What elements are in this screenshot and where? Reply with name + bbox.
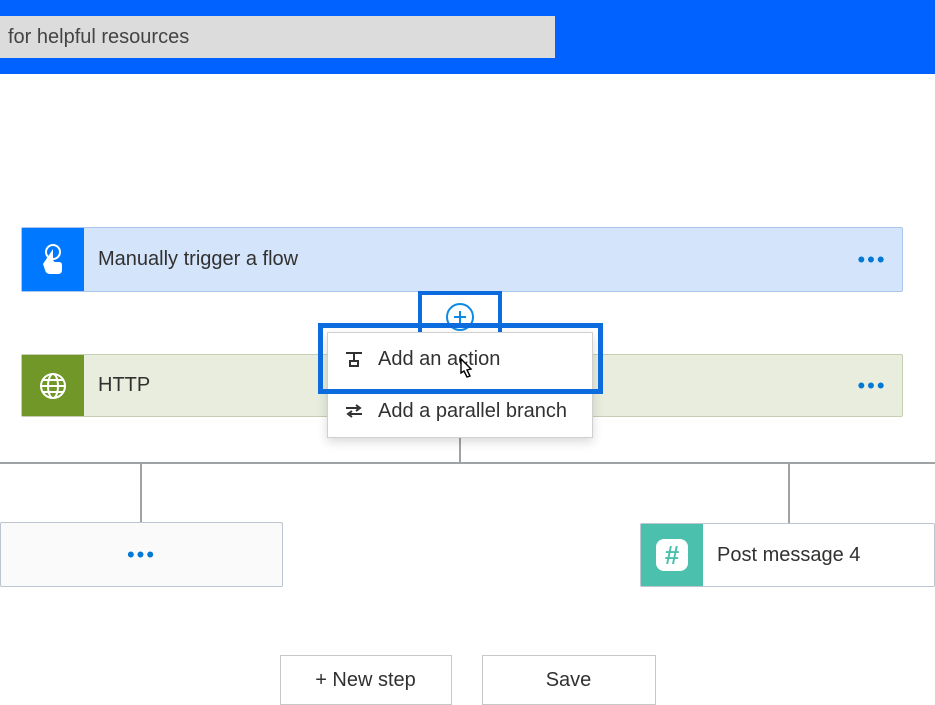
more-icon[interactable]: ••• — [842, 247, 902, 273]
globe-icon — [22, 355, 84, 416]
add-step-button[interactable] — [446, 303, 474, 331]
search-input[interactable] — [0, 16, 555, 58]
add-action-item[interactable]: Add an action — [328, 333, 592, 385]
new-step-button[interactable]: + New step — [280, 655, 452, 705]
more-icon[interactable]: ••• — [842, 373, 902, 399]
branch-left-line — [140, 462, 142, 522]
svg-text:#: # — [665, 540, 680, 570]
trigger-card[interactable]: Manually trigger a flow ••• — [21, 227, 903, 292]
trigger-label: Manually trigger a flow — [84, 248, 842, 271]
save-label: Save — [546, 669, 592, 692]
new-step-label: + New step — [315, 669, 416, 692]
footer-actions: + New step Save — [0, 655, 935, 705]
save-button[interactable]: Save — [482, 655, 656, 705]
hash-icon: # — [641, 524, 703, 586]
more-icon[interactable]: ••• — [1, 542, 282, 568]
parallel-branch-icon — [340, 403, 368, 419]
add-action-icon — [340, 350, 368, 368]
post-message-label: Post message 4 — [703, 544, 934, 567]
top-bar — [0, 0, 935, 74]
add-parallel-label: Add a parallel branch — [378, 400, 567, 423]
add-action-label: Add an action — [378, 348, 500, 371]
touch-icon — [22, 228, 84, 291]
add-parallel-item[interactable]: Add a parallel branch — [328, 385, 592, 437]
add-step-menu: Add an action Add a parallel branch — [327, 332, 593, 438]
branch-left-card[interactable]: ••• — [0, 522, 283, 587]
branch-right-line — [788, 462, 790, 523]
post-message-card[interactable]: # Post message 4 — [640, 523, 935, 587]
